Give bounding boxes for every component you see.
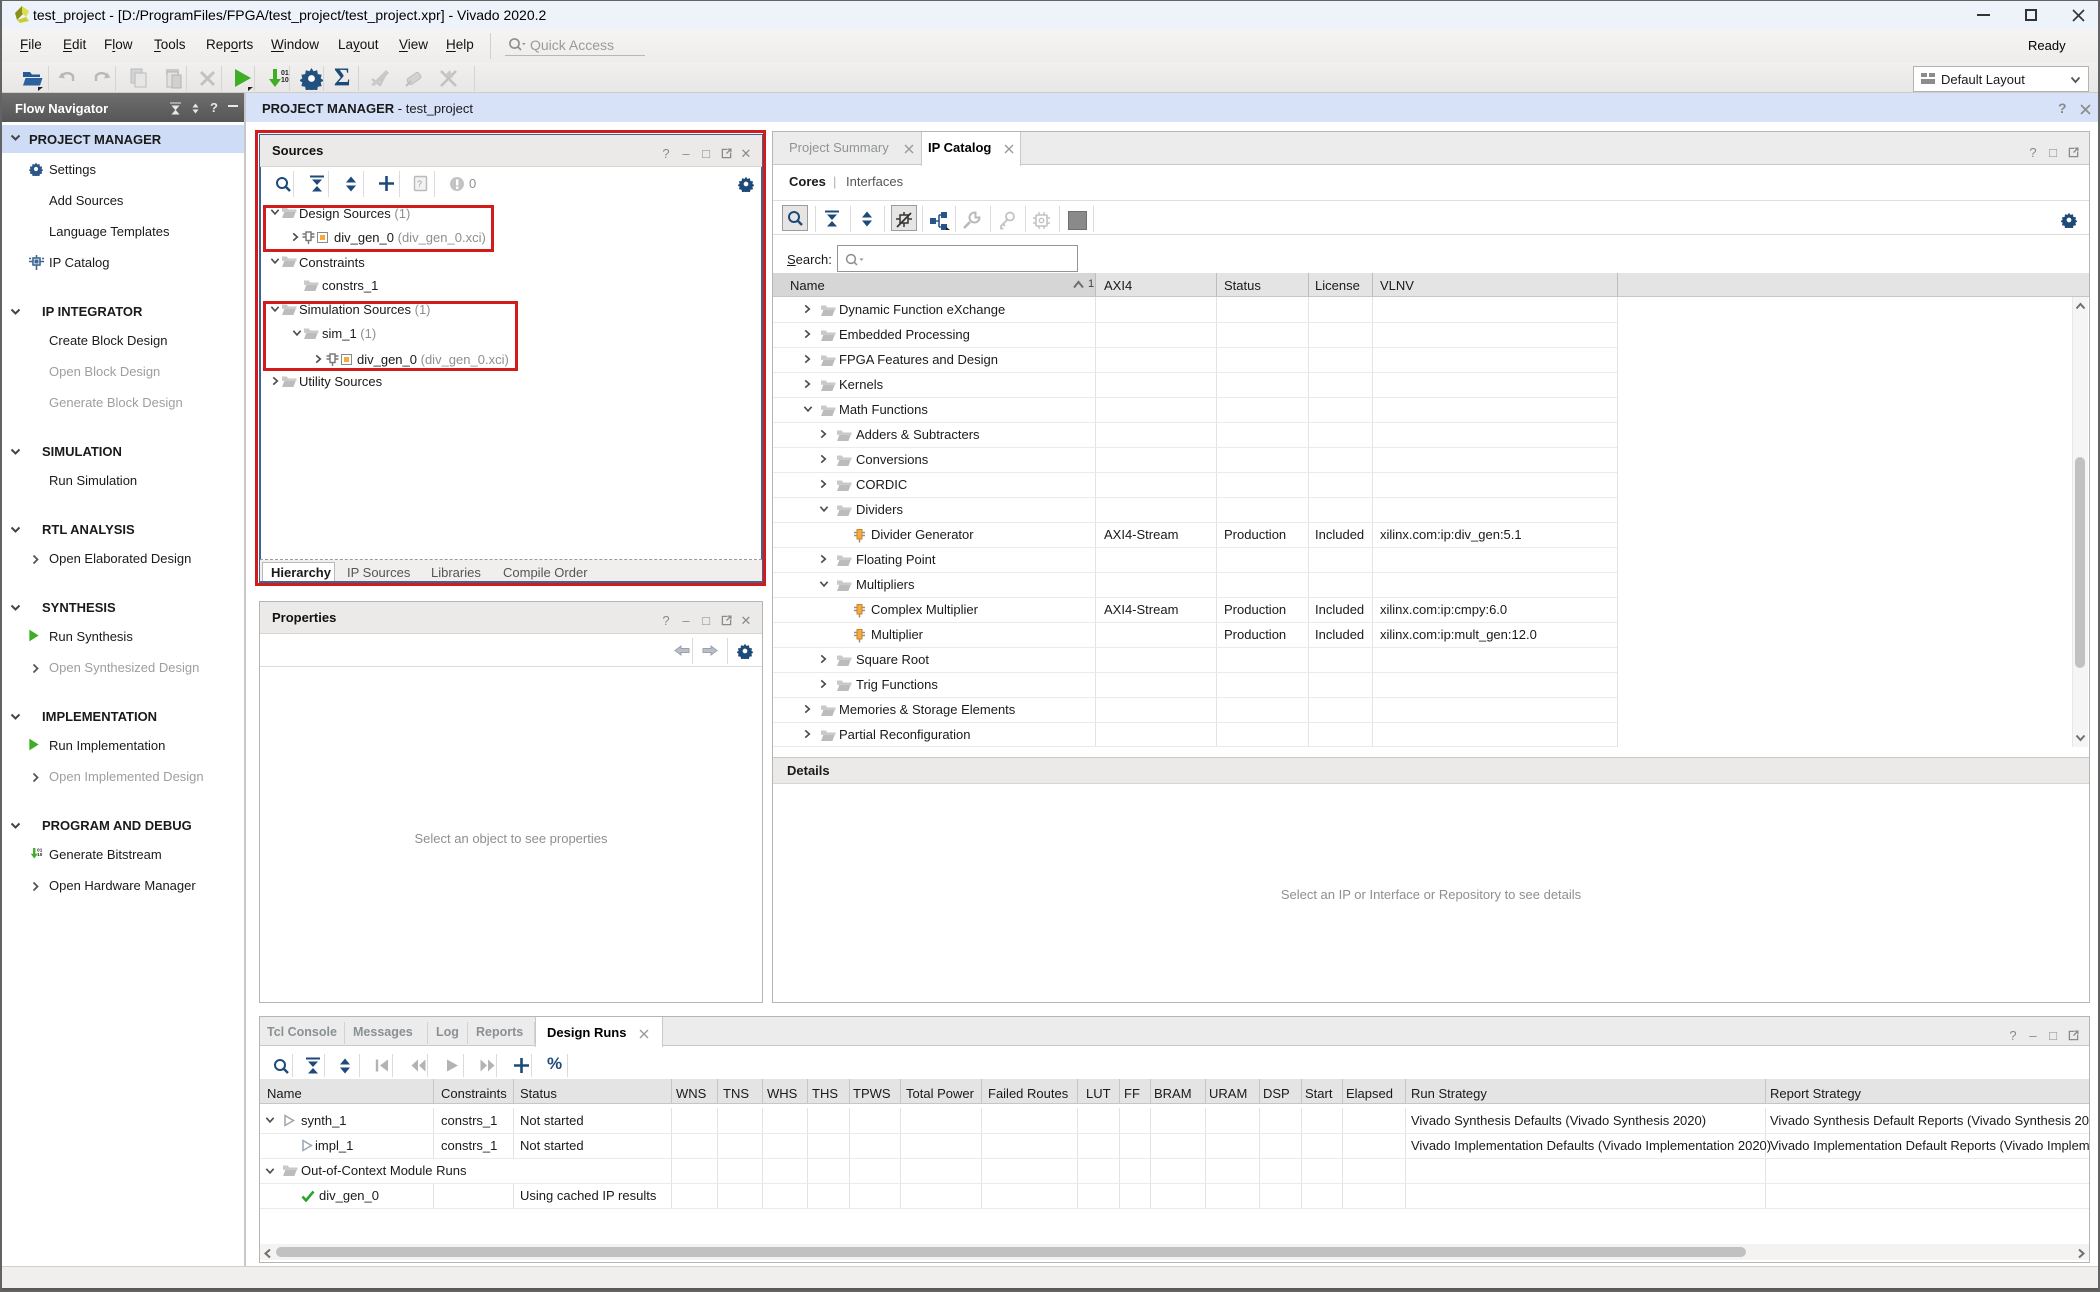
svg-text:10: 10 [37, 852, 43, 857]
svg-text:10: 10 [281, 77, 289, 84]
svg-text:01: 01 [281, 70, 289, 77]
